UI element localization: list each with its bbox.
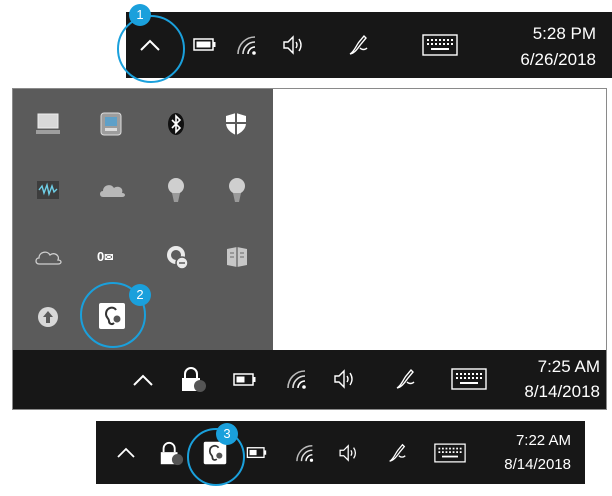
taskbar-clock[interactable]: 5:28 PM 6/26/2018 — [486, 24, 596, 70]
volume-icon[interactable] — [338, 444, 362, 462]
step-badge-3: 3 — [216, 423, 238, 445]
lightbulb-icon-2[interactable] — [225, 175, 249, 205]
keyboard-icon[interactable] — [422, 34, 458, 56]
highlight-ring-1 — [117, 15, 185, 83]
pen-icon[interactable] — [393, 366, 417, 392]
taskbar-clock[interactable]: 7:22 AM 8/14/2018 — [481, 432, 571, 474]
lock-user-icon[interactable] — [179, 366, 207, 394]
waves-audio-icon[interactable] — [35, 177, 61, 203]
step-badge-1: 1 — [129, 4, 151, 26]
chevron-up-icon[interactable] — [116, 447, 136, 459]
volume-icon[interactable] — [333, 369, 359, 389]
skype-icon[interactable] — [163, 243, 191, 271]
chevron-up-icon[interactable] — [131, 373, 155, 387]
book-icon[interactable] — [224, 244, 250, 270]
clock-date: 6/26/2018 — [520, 50, 596, 69]
clock-date: 8/14/2018 — [524, 382, 600, 401]
keyboard-icon[interactable] — [451, 368, 487, 390]
step-badge-2: 2 — [129, 284, 151, 306]
wifi-icon[interactable] — [235, 34, 261, 56]
clock-time: 7:22 AM — [515, 432, 571, 449]
outlook-icon[interactable]: 0✉ — [97, 247, 127, 267]
taskbar-step-3: 7:22 AM 8/14/2018 — [96, 421, 585, 484]
lightbulb-icon[interactable] — [164, 175, 188, 205]
laptop-icon[interactable] — [35, 111, 61, 137]
volume-icon[interactable] — [282, 35, 308, 55]
wifi-icon[interactable] — [285, 368, 311, 390]
onedrive-icon[interactable] — [97, 179, 127, 201]
lock-user-icon[interactable] — [158, 441, 184, 467]
battery-icon[interactable] — [193, 37, 217, 53]
clock-date: 8/14/2018 — [504, 456, 571, 473]
taskbar-step-1: 5:28 PM 6/26/2018 — [126, 12, 612, 78]
pen-icon[interactable] — [386, 441, 408, 465]
windows-defender-icon[interactable] — [223, 111, 249, 137]
battery-icon[interactable] — [246, 446, 268, 460]
notification-area-overflow-window: 0✉ 7:25 AM 8/14/2018 — [12, 88, 607, 410]
taskbar-step-2: 7:25 AM 8/14/2018 — [13, 350, 606, 409]
bluetooth-icon[interactable] — [163, 111, 189, 137]
cloud-outline-icon[interactable] — [33, 246, 63, 268]
clock-time: 5:28 PM — [532, 24, 596, 43]
clock-time: 7:25 AM — [537, 357, 600, 376]
taskbar-clock[interactable]: 7:25 AM 8/14/2018 — [500, 357, 600, 402]
pen-icon[interactable] — [346, 32, 370, 58]
battery-icon[interactable] — [233, 372, 257, 388]
mail-glyph: ✉ — [104, 252, 114, 264]
wifi-icon[interactable] — [294, 443, 318, 463]
upload-icon[interactable] — [36, 305, 60, 329]
keyboard-icon[interactable] — [434, 443, 466, 463]
network-adapter-icon[interactable] — [98, 111, 124, 137]
